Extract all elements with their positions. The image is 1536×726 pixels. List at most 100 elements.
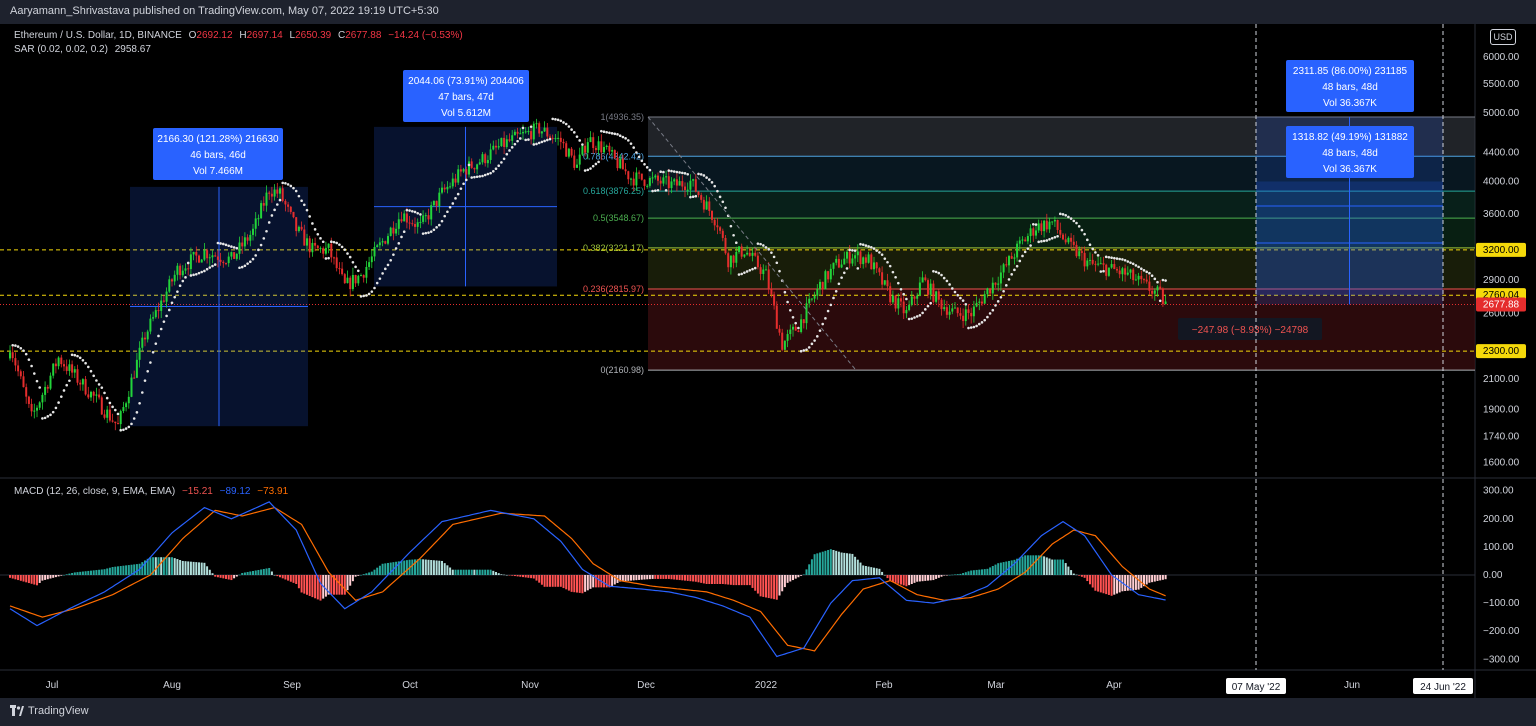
macd-histogram-bar bbox=[422, 559, 425, 575]
sar-dot bbox=[24, 352, 28, 356]
candle-body bbox=[940, 299, 943, 310]
candle-body bbox=[638, 172, 641, 174]
sar-dot bbox=[392, 253, 395, 256]
candle-body bbox=[986, 288, 989, 295]
candle-body bbox=[673, 179, 676, 182]
macd-histogram-bar bbox=[457, 569, 460, 575]
macd-histogram-bar bbox=[673, 575, 676, 580]
sar-dot bbox=[81, 358, 85, 362]
sar-dot bbox=[1129, 261, 1132, 264]
sar-dot bbox=[959, 296, 962, 300]
sar-dot bbox=[608, 131, 611, 135]
candle-body bbox=[864, 257, 867, 263]
candle-body bbox=[678, 181, 681, 186]
sar-dot bbox=[68, 379, 71, 383]
macd-histogram-bar bbox=[171, 557, 173, 575]
candle-body bbox=[403, 213, 406, 222]
sar-dot bbox=[1150, 274, 1154, 278]
candle-body bbox=[837, 258, 840, 268]
candle-body bbox=[565, 143, 568, 157]
candle-body bbox=[967, 309, 970, 313]
macd-histogram-bar bbox=[252, 570, 254, 575]
candle-body bbox=[999, 272, 1002, 284]
symbol-name: Ethereum / U.S. Dollar, 1D, BINANCE bbox=[14, 30, 182, 41]
sar-dot bbox=[440, 219, 444, 223]
candle-body bbox=[1072, 241, 1075, 245]
candle-body bbox=[22, 376, 25, 388]
candle-body bbox=[681, 181, 684, 187]
candle-body bbox=[549, 136, 551, 138]
macd-histogram-bar bbox=[719, 575, 722, 584]
candle-body bbox=[222, 261, 225, 264]
sar-dot bbox=[276, 203, 279, 206]
sar-dot bbox=[656, 188, 660, 192]
macd-histogram-bar bbox=[1026, 555, 1029, 575]
sar-dot bbox=[648, 168, 652, 172]
candle-body bbox=[171, 279, 173, 282]
candle-body bbox=[905, 310, 908, 314]
macd-histogram-bar bbox=[759, 575, 762, 597]
sar-dot bbox=[1086, 238, 1089, 242]
chart-canvas[interactable]: 1(4936.35) 0.786(4342.42) 0.618(3876.25) 0.… bbox=[0, 24, 1536, 698]
candle-body bbox=[1116, 269, 1118, 271]
sar-dot bbox=[654, 189, 657, 192]
macd-histogram-bar bbox=[627, 575, 630, 581]
macd-histogram-bar bbox=[225, 575, 227, 579]
sar-dot bbox=[1113, 256, 1116, 260]
candle-body bbox=[63, 364, 65, 367]
candle-body bbox=[511, 135, 514, 141]
macd-histogram-bar bbox=[1118, 575, 1121, 593]
macd-histogram-bar bbox=[743, 575, 746, 586]
currency-badge[interactable]: USD bbox=[1490, 29, 1516, 45]
macd-histogram-bar bbox=[260, 569, 263, 575]
macd-histogram-bar bbox=[773, 575, 776, 600]
candle-body bbox=[297, 226, 300, 232]
macd-histogram-bar bbox=[835, 550, 838, 575]
sar-dot bbox=[602, 130, 606, 134]
sar-dot bbox=[851, 248, 854, 252]
candle-body bbox=[462, 169, 465, 172]
sar-dot bbox=[961, 299, 965, 302]
candle-body bbox=[346, 277, 349, 284]
macd-histogram-bar bbox=[381, 563, 384, 575]
candle-body bbox=[27, 396, 30, 404]
candle-body bbox=[44, 386, 47, 395]
macd-histogram-bar bbox=[362, 574, 365, 575]
sar-dot bbox=[367, 292, 371, 296]
macd-histogram-bar bbox=[681, 575, 684, 581]
sar-dot bbox=[389, 259, 393, 262]
macd-histogram-bar bbox=[954, 574, 956, 575]
sar-dot bbox=[1075, 221, 1078, 225]
macd-histogram-bar bbox=[981, 569, 983, 575]
sar-dot bbox=[1010, 273, 1013, 276]
sar-dot bbox=[713, 184, 716, 188]
candle-body bbox=[486, 159, 489, 164]
sar-dot bbox=[543, 139, 546, 143]
candle-body bbox=[179, 265, 182, 276]
candle-body bbox=[570, 148, 573, 156]
candle-body bbox=[122, 407, 125, 412]
sar-dot bbox=[419, 213, 422, 216]
macd-histogram-bar bbox=[603, 575, 605, 588]
sar-dot bbox=[840, 276, 843, 279]
sar-dot bbox=[686, 172, 689, 176]
candle-body bbox=[711, 210, 713, 220]
candle-body bbox=[894, 295, 897, 309]
sar-dot bbox=[16, 345, 20, 348]
macd-histogram-bar bbox=[900, 575, 902, 585]
candle-body bbox=[387, 236, 389, 244]
macd-histogram-bar bbox=[1094, 575, 1097, 591]
macd-histogram-bar bbox=[295, 575, 298, 584]
macd-histogram-bar bbox=[867, 566, 870, 575]
macd-histogram-bar bbox=[262, 568, 265, 575]
candle-body bbox=[438, 192, 441, 207]
candle-body bbox=[594, 147, 597, 151]
candle-body bbox=[783, 340, 786, 350]
macd-histogram-bar bbox=[597, 575, 600, 588]
candle-body bbox=[41, 394, 44, 403]
sar-dot bbox=[1040, 240, 1043, 243]
macd-histogram-bar bbox=[821, 551, 824, 575]
macd-tick-label: 200.00 bbox=[1483, 514, 1514, 525]
sar-dot bbox=[627, 139, 630, 142]
candle-body bbox=[211, 255, 214, 258]
